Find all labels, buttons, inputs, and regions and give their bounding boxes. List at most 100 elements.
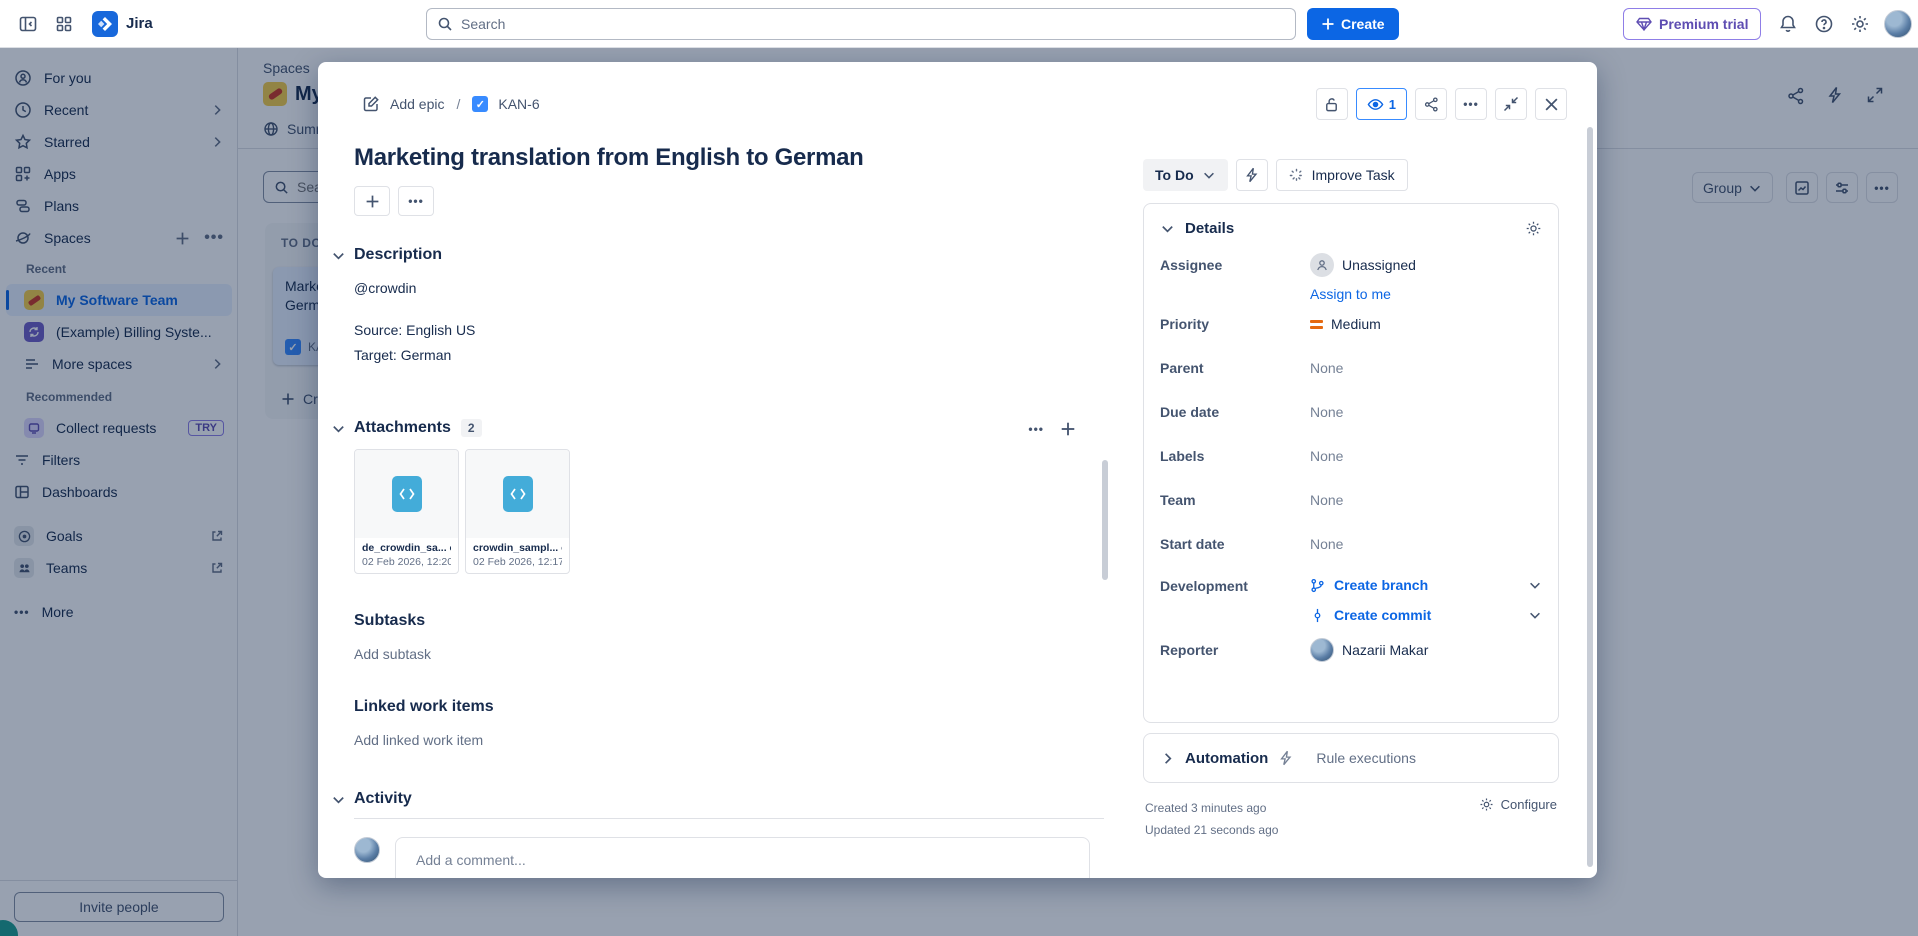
labels-value[interactable]: None	[1310, 448, 1343, 464]
xml-file-icon	[503, 476, 533, 512]
rule-executions-label: Rule executions	[1316, 750, 1416, 766]
comment-composer[interactable]: Add a comment... Suggest a reply Who is …	[395, 837, 1090, 878]
issue-title[interactable]: Marketing translation from English to Ge…	[354, 142, 1090, 174]
close-modal-button[interactable]	[1535, 88, 1567, 120]
detail-row-reporter: Reporter Nazarii Makar	[1144, 628, 1558, 672]
branch-icon	[1310, 578, 1325, 593]
details-heading: Details	[1185, 220, 1234, 237]
automation-heading: Automation	[1185, 750, 1268, 767]
create-commit-link[interactable]: Create commit	[1334, 607, 1431, 623]
detail-row-due-date: Due date None	[1144, 390, 1558, 434]
assignee-value[interactable]: Unassigned	[1310, 253, 1416, 277]
detail-row-team: Team None	[1144, 478, 1558, 522]
create-button[interactable]: Create	[1307, 8, 1399, 40]
content-scrollbar[interactable]	[1102, 460, 1108, 580]
more-actions-button[interactable]: •••	[1455, 88, 1487, 120]
modal-header: Add epic / ✓ KAN-6 1 •••	[362, 88, 1567, 120]
attachment-date: 02 Feb 2026, 12:17 PM	[473, 556, 562, 568]
settings-gear-icon[interactable]	[1844, 8, 1876, 40]
share-button[interactable]	[1415, 88, 1447, 120]
start-date-value[interactable]: None	[1310, 536, 1343, 552]
chevron-down-icon[interactable]	[331, 421, 346, 436]
automation-panel[interactable]: Automation Rule executions	[1143, 733, 1559, 783]
target-line: Target: German	[354, 345, 1090, 365]
detail-row-parent: Parent None	[1144, 346, 1558, 390]
meta-dates: Created 3 minutes ago Updated 21 seconds…	[1145, 797, 1278, 841]
collapse-modal-button[interactable]	[1495, 88, 1527, 120]
xml-file-icon	[392, 476, 422, 512]
watcher-count: 1	[1389, 97, 1396, 112]
premium-trial-button[interactable]: Premium trial	[1623, 8, 1761, 40]
ai-sparkle-icon	[1289, 168, 1304, 183]
title-more-button[interactable]: •••	[398, 186, 434, 216]
top-navigation-bar: Jira Create Premium trial	[0, 0, 1918, 48]
global-search[interactable]	[426, 8, 1296, 40]
team-value[interactable]: None	[1310, 492, 1343, 508]
help-icon[interactable]	[1808, 8, 1840, 40]
linked-items-heading: Linked work items	[354, 698, 494, 716]
attachment-card[interactable]: crowdin_sampl... oid.xml 02 Feb 2026, 12…	[465, 449, 570, 574]
automation-bolt-button[interactable]	[1236, 159, 1268, 191]
unassigned-avatar-icon	[1310, 253, 1334, 277]
gear-icon	[1479, 797, 1494, 812]
modal-breadcrumb: Add epic / ✓ KAN-6	[362, 95, 540, 113]
attachment-date: 02 Feb 2026, 12:20 PM	[362, 556, 451, 568]
modal-scrollbar[interactable]	[1587, 127, 1593, 867]
priority-value[interactable]: Medium	[1310, 316, 1381, 332]
collapse-sidebar-icon[interactable]	[12, 8, 44, 40]
diamond-icon	[1636, 17, 1652, 31]
detail-row-start-date: Start date None	[1144, 522, 1558, 566]
priority-medium-icon	[1310, 320, 1323, 329]
user-avatar[interactable]	[1884, 10, 1912, 38]
product-name: Jira	[126, 15, 153, 32]
global-search-input[interactable]	[461, 16, 1285, 32]
configure-button[interactable]: Configure	[1479, 797, 1557, 812]
current-user-avatar	[354, 837, 380, 863]
details-settings-gear-icon[interactable]	[1525, 220, 1542, 237]
issue-modal: Add epic / ✓ KAN-6 1 •••	[318, 62, 1597, 878]
description-heading: Description	[354, 246, 442, 264]
lock-button[interactable]	[1316, 88, 1348, 120]
parent-value[interactable]: None	[1310, 360, 1343, 376]
add-epic-label[interactable]: Add epic	[390, 96, 444, 112]
detail-row-priority: Priority Medium	[1144, 302, 1558, 346]
attachment-card[interactable]: de_crowdin_sa... oid.xml 02 Feb 2026, 12…	[354, 449, 459, 574]
issue-key[interactable]: KAN-6	[498, 96, 539, 112]
detail-row-assignee: Assignee Unassigned Assign to me	[1144, 243, 1558, 302]
activity-divider	[354, 818, 1104, 819]
chevron-down-icon[interactable]	[1160, 221, 1175, 236]
modal-main-column: Marketing translation from English to Ge…	[354, 142, 1090, 878]
app-switcher-icon[interactable]	[48, 8, 80, 40]
chevron-down-icon[interactable]	[331, 248, 346, 263]
chevron-right-icon	[1160, 751, 1175, 766]
mention-text: @crowdin	[354, 278, 1090, 298]
attachments-heading: Attachments	[354, 419, 451, 437]
status-dropdown[interactable]: To Do	[1143, 159, 1228, 191]
notifications-bell-icon[interactable]	[1772, 8, 1804, 40]
assign-to-me-link[interactable]: Assign to me	[1310, 286, 1391, 302]
attachment-filename: de_crowdin_sa... oid.xml	[362, 542, 451, 554]
attachments-add-icon[interactable]	[1060, 421, 1076, 437]
add-content-button[interactable]	[354, 186, 390, 216]
activity-heading: Activity	[354, 790, 412, 808]
source-line: Source: English US	[354, 320, 1090, 340]
task-type-icon: ✓	[472, 96, 488, 112]
attachments-more-icon[interactable]: •••	[1028, 421, 1044, 437]
add-subtask-button[interactable]: Add subtask	[354, 646, 431, 662]
add-linked-item-button[interactable]: Add linked work item	[354, 732, 483, 748]
improve-task-button[interactable]: Improve Task	[1276, 159, 1408, 191]
detail-row-development: Development Create branch	[1144, 566, 1558, 628]
commit-chevron-down-icon[interactable]	[1528, 608, 1542, 622]
jira-logo-icon[interactable]	[92, 11, 118, 37]
add-epic-icon	[362, 95, 380, 113]
details-panel: Details Assignee Unassigned	[1143, 203, 1559, 723]
branch-chevron-down-icon[interactable]	[1528, 578, 1542, 592]
due-date-value[interactable]: None	[1310, 404, 1343, 420]
description-body[interactable]: @crowdin Source: English US Target: Germ…	[354, 278, 1090, 365]
create-branch-link[interactable]: Create branch	[1334, 577, 1428, 593]
chevron-down-icon[interactable]	[331, 792, 346, 807]
reporter-value[interactable]: Nazarii Makar	[1310, 638, 1428, 662]
attachment-filename: crowdin_sampl... oid.xml	[473, 542, 562, 554]
watchers-button[interactable]: 1	[1356, 88, 1407, 120]
commit-icon	[1310, 608, 1325, 623]
